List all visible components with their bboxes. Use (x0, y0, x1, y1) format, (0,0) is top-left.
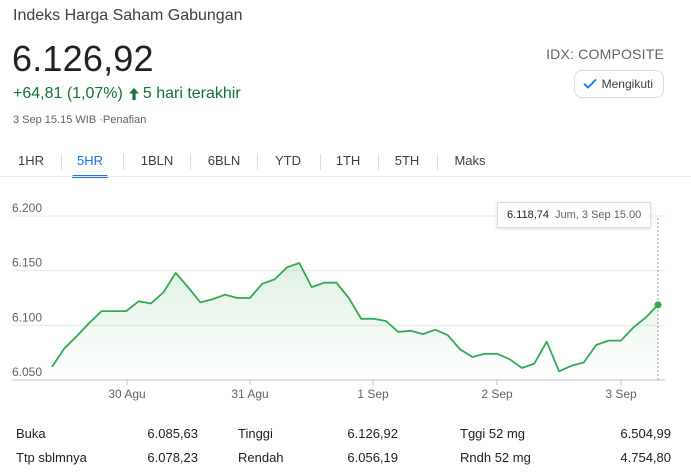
stat-value-open: 6.085,63 (147, 426, 198, 441)
tab-5hr[interactable]: 5HR (72, 146, 108, 178)
tab-divider (61, 154, 62, 170)
tab-divider (257, 154, 258, 170)
stat-label-52w-low: Rndh 52 mg (460, 450, 531, 465)
disclaimer-link[interactable]: Penafian (103, 114, 146, 126)
check-icon (583, 78, 597, 90)
tab-divider (378, 154, 379, 170)
tab-6bln[interactable]: 6BLN (202, 146, 246, 174)
y-tick-label: 6.200 (12, 201, 42, 215)
tooltip-value: 6.118,74 (507, 209, 550, 221)
follow-button[interactable]: Mengikuti (573, 70, 664, 98)
price-change: +64,81 (1,07%) (13, 85, 123, 102)
stat-value-prev-close: 6.078,23 (147, 450, 198, 465)
stat-value-52w-low: 4.754,80 (620, 450, 671, 465)
tab-1bln[interactable]: 1BLN (135, 146, 179, 174)
y-tick-label: 6.050 (12, 365, 42, 379)
y-tick-label: 6.100 (12, 310, 42, 324)
stat-label-prev-close: Ttp sblmnya (16, 450, 87, 465)
tab-divider (437, 154, 438, 170)
range-tabs: 1HR 5HR 1BLN 6BLN YTD 1TH 5TH Maks (0, 146, 691, 178)
stats-row: Buka 6.085,63 Tinggi 6.126,92 Tggi 52 mg… (0, 426, 691, 448)
stat-value-low: 6.056,19 (347, 450, 398, 465)
timestamp-row: 3 Sep 15.15 WIB ·Penafian (13, 114, 146, 126)
price-area (52, 263, 658, 380)
arrow-up-icon (128, 87, 140, 101)
tab-divider (123, 154, 124, 170)
stat-value-52w-high: 6.504,99 (620, 426, 671, 441)
y-tick-label: 6.150 (12, 256, 42, 270)
timestamp: 3 Sep 15.15 WIB (13, 114, 97, 126)
x-tick-label: 3 Sep (605, 387, 637, 401)
follow-label: Mengikuti (601, 77, 653, 91)
stat-label-high: Tinggi (238, 426, 273, 441)
tab-1th[interactable]: 1TH (332, 146, 364, 174)
tabs-bottom-border (0, 176, 691, 177)
index-title: Indeks Harga Saham Gabungan (13, 7, 243, 24)
last-price-point (654, 301, 662, 309)
tab-divider (190, 154, 191, 170)
current-price: 6.126,92 (12, 38, 154, 79)
price-change-row: +64,81 (1,07%) 5 hari terakhir (13, 85, 241, 103)
x-tick-label: 2 Sep (481, 387, 513, 401)
ticker-symbol: IDX: COMPOSITE (546, 46, 664, 62)
tab-1hr[interactable]: 1HR (12, 146, 50, 174)
chart-tooltip: 6.118,74 Jum, 3 Sep 15.00 (497, 202, 652, 228)
x-tick-label: 31 Agu (231, 387, 268, 401)
stat-value-high: 6.126,92 (347, 426, 398, 441)
stat-label-open: Buka (16, 426, 46, 441)
x-tick-label: 1 Sep (357, 387, 389, 401)
tab-5th[interactable]: 5TH (390, 146, 424, 174)
tab-ytd[interactable]: YTD (270, 146, 306, 174)
stat-label-52w-high: Tggi 52 mg (460, 426, 526, 441)
x-tick-label: 30 Agu (108, 387, 145, 401)
stats-row: Ttp sblmnya 6.078,23 Rendah 6.056,19 Rnd… (0, 450, 691, 472)
tab-divider (320, 154, 321, 170)
tooltip-time: Jum, 3 Sep 15.00 (555, 209, 642, 221)
stat-label-low: Rendah (238, 450, 284, 465)
change-period: 5 hari terakhir (142, 85, 241, 102)
tab-maks[interactable]: Maks (450, 146, 490, 174)
